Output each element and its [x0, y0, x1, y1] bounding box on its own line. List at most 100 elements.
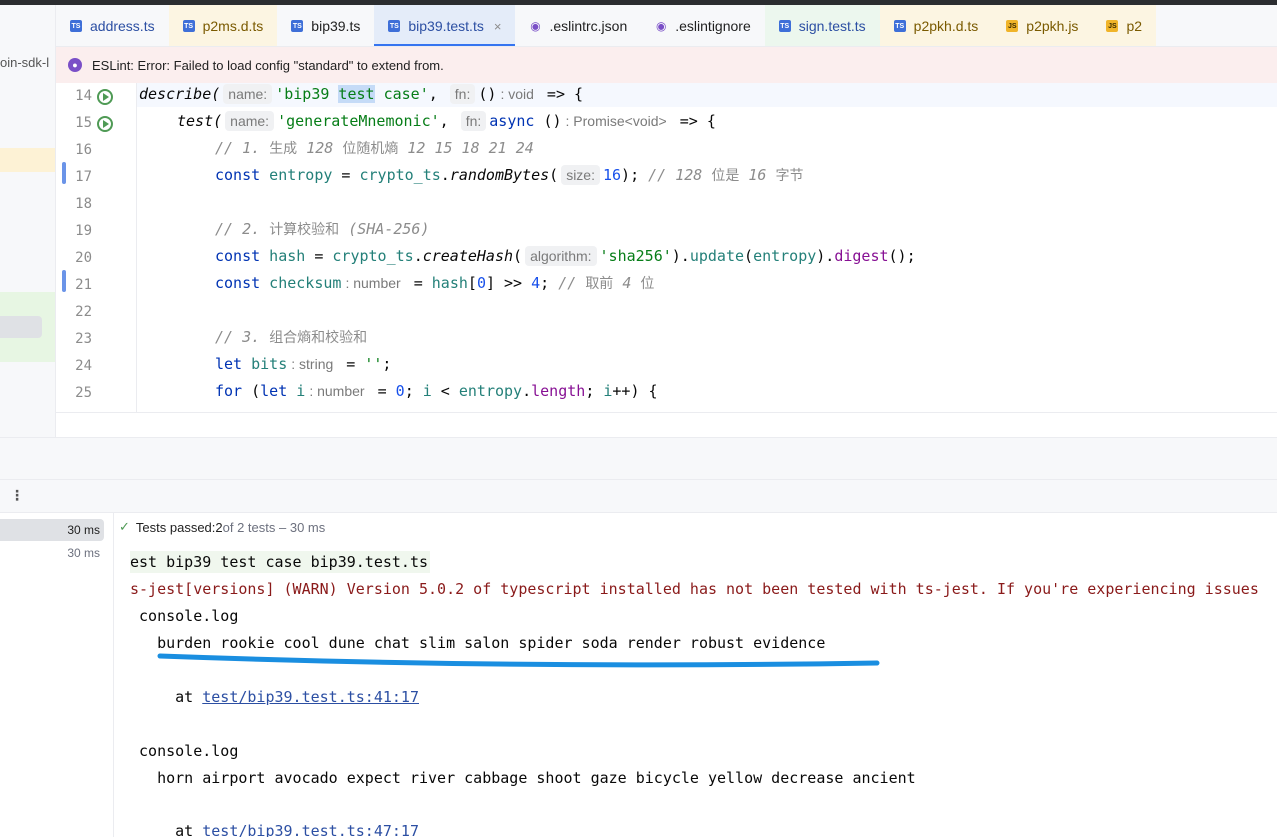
param-hint: fn: — [460, 110, 487, 131]
code-line[interactable]: const checksum: number = hash[0] >> 4; /… — [137, 269, 1277, 296]
source-link[interactable]: test/bip39.test.ts:47:17 — [202, 822, 419, 837]
code-token: createHash — [422, 246, 514, 265]
code-token: const — [215, 246, 261, 265]
code-token: (); — [888, 246, 916, 265]
line-number: 20 — [75, 250, 92, 266]
editor-tab[interactable]: JS p2 — [1092, 5, 1157, 46]
code-token: , — [428, 84, 447, 103]
code-comment: // 2. — [215, 219, 270, 238]
line-number: 22 — [75, 304, 92, 320]
code-token: ; — [585, 381, 604, 400]
code-token: async — [489, 111, 535, 130]
editor-tab[interactable]: TS bip39.ts — [277, 5, 374, 46]
code-token: ( — [513, 246, 523, 265]
eslint-error-banner: ● ESLint: Error: Failed to load config "… — [56, 47, 1277, 83]
tab-label: address.ts — [90, 18, 155, 34]
tab-label: p2pkh.d.ts — [913, 18, 979, 34]
code-token: = — [404, 273, 432, 292]
editor-tab[interactable]: TS sign.test.ts — [764, 5, 880, 46]
line-number: 23 — [75, 331, 92, 347]
test-results-tree: 30 ms 30 ms — [0, 513, 114, 837]
code-token: '' — [364, 354, 383, 373]
ts-file-icon: TS — [182, 20, 195, 32]
code-comment: 16 — [739, 165, 776, 184]
console-line: console.log — [130, 742, 239, 760]
code-token: ( — [549, 165, 559, 184]
code-token: 'generateMnemonic' — [277, 111, 440, 130]
line-number: 14 — [75, 88, 92, 104]
run-console[interactable]: ✓ Tests passed: 2 of 2 tests – 30 ms est… — [115, 513, 1277, 837]
code-token: i — [422, 381, 432, 400]
run-test-icon[interactable] — [97, 116, 113, 132]
console-text: at — [130, 688, 203, 706]
ts-test-file-icon: TS — [388, 20, 401, 32]
code-token: length — [531, 381, 586, 400]
more-options-icon[interactable]: ⋮ — [10, 487, 24, 504]
code-token: let — [260, 381, 288, 400]
code-line[interactable]: let bits: string = ''; — [137, 350, 1277, 377]
line-number: 17 — [75, 169, 92, 185]
code-line[interactable]: for (let i: number = 0; i < entropy. leng… — [137, 377, 1277, 404]
editor-tab[interactable]: ◉ .eslintignore — [641, 5, 765, 46]
code-token: const — [215, 273, 261, 292]
editor-tab[interactable]: TS bip39.test.ts × — [374, 5, 516, 46]
test-duration: 30 ms — [67, 523, 100, 537]
code-line[interactable]: test(name:'generateMnemonic', fn: async (… — [137, 107, 1277, 134]
close-tab-icon[interactable]: × — [494, 19, 502, 34]
editor-tab-bar: TS address.ts TS p2ms.d.ts TS bip39.ts TS bip39… — [56, 5, 1277, 47]
project-row-highlight[interactable] — [0, 148, 55, 172]
tab-label: bip39.ts — [311, 18, 361, 34]
eslint-config-icon: ◉ — [530, 19, 541, 33]
code-token: test( — [177, 111, 223, 130]
code-token: => { — [670, 111, 716, 130]
code-token: 16 — [602, 165, 622, 184]
type-hint: : string — [291, 355, 334, 372]
tab-label: p2pkh.js — [1026, 18, 1079, 34]
code-line[interactable]: describe(name:'bip39 test case', fn:(): … — [137, 83, 1277, 107]
editor-tab[interactable]: ◉ .eslintrc.json — [515, 5, 641, 46]
code-token: case' — [374, 84, 429, 103]
code-token: () — [478, 84, 497, 103]
console-line: at test/bip39.test.ts:41:17 — [130, 686, 419, 708]
code-line[interactable]: // 1. 生成 128 位随机熵 12 15 18 21 24 — [137, 134, 1277, 161]
code-comment: 位是 — [711, 167, 740, 184]
project-name-label[interactable]: oin-sdk-l — [0, 55, 49, 70]
code-comment: (SHA-256) — [339, 219, 430, 238]
code-line[interactable]: // 3. 组合熵和校验和 — [137, 323, 1277, 350]
code-line[interactable]: const hash = crypto_ts. createHash(algori… — [137, 242, 1277, 269]
code-comment: 12 15 18 21 24 — [398, 138, 534, 157]
code-editor[interactable]: 14 15 16 17 18 19 20 21 22 23 24 25 desc… — [56, 83, 1277, 413]
code-token: ). — [671, 246, 690, 265]
code-token: ] >> — [485, 273, 532, 292]
code-token: = — [332, 165, 360, 184]
code-line[interactable]: const entropy = crypto_ts. randomBytes(si… — [137, 161, 1277, 188]
editor-gutter: 14 15 16 17 18 19 20 21 22 23 24 25 — [56, 83, 136, 412]
editor-tab[interactable]: TS p2pkh.d.ts — [879, 5, 993, 46]
test-tree-row[interactable]: 30 ms — [0, 542, 104, 564]
project-row-selected[interactable] — [0, 316, 42, 338]
panel-splitter[interactable] — [0, 437, 1277, 479]
line-number: 16 — [75, 142, 92, 158]
code-token: i — [287, 381, 306, 400]
source-link[interactable]: test/bip39.test.ts:41:17 — [202, 688, 419, 706]
eslint-config-icon: ◉ — [656, 19, 667, 33]
code-line[interactable]: // 2. 计算校验和 (SHA-256) — [137, 215, 1277, 242]
run-test-icon[interactable] — [97, 89, 113, 105]
code-token: crypto_ts — [359, 165, 441, 184]
project-panel-edge: oin-sdk-l — [0, 5, 56, 437]
code-token: ); — [621, 165, 640, 184]
tab-label: bip39.test.ts — [408, 18, 484, 34]
editor-tab[interactable]: TS p2ms.d.ts — [168, 5, 278, 46]
code-comment: 4 — [613, 273, 641, 292]
code-token: ; — [540, 273, 550, 292]
editor-tab[interactable]: JS p2pkh.js — [992, 5, 1093, 46]
code-token: bits — [242, 354, 288, 373]
editor-tab[interactable]: TS address.ts — [56, 5, 169, 46]
code-token: ( — [744, 246, 754, 265]
param-hint: name: — [225, 110, 275, 131]
code-token: hash — [260, 246, 306, 265]
test-tree-row[interactable]: 30 ms — [0, 519, 104, 541]
code-token: 'bip39 — [275, 84, 339, 103]
line-number: 18 — [75, 196, 92, 212]
code-text-area[interactable]: describe(name:'bip39 test case', fn:(): … — [136, 83, 1277, 412]
